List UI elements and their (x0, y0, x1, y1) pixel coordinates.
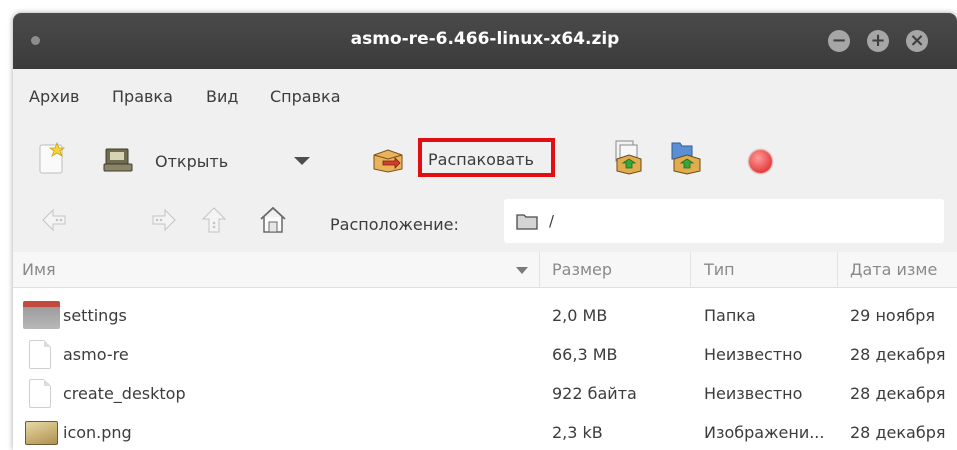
column-header: Имя Размер Тип Дата изме (13, 252, 957, 288)
file-date: 28 декабря (850, 384, 946, 403)
location-field[interactable]: / (504, 199, 944, 243)
file-list: Имя Размер Тип Дата изме settings 2,0 MB… (13, 252, 957, 450)
add-folder-icon[interactable] (670, 139, 702, 175)
folder-icon (516, 214, 538, 230)
new-archive-icon[interactable] (39, 142, 65, 174)
file-name: asmo-re (63, 345, 129, 364)
file-type: Папка (704, 306, 756, 325)
file-row[interactable]: asmo-re 66,3 MB Неизвестно 28 декабря (13, 335, 957, 374)
add-files-icon[interactable] (613, 139, 643, 175)
file-type: Неизвестно (704, 384, 803, 403)
open-archive-icon[interactable] (103, 147, 133, 173)
sort-descending-icon[interactable] (516, 267, 528, 274)
home-icon[interactable] (258, 205, 288, 235)
file-size: 2,0 MB (552, 306, 608, 325)
close-button[interactable]: × (906, 30, 928, 52)
image-icon (25, 421, 58, 445)
file-row[interactable]: icon.png 2,3 kB Изображени... 28 декабря (13, 413, 957, 450)
extract-button-label: Распаковать (428, 150, 534, 169)
extract-button[interactable]: Распаковать (418, 138, 555, 177)
file-size: 2,3 kB (552, 423, 603, 442)
file-type: Неизвестно (704, 345, 803, 364)
maximize-button[interactable]: + (867, 30, 889, 52)
file-date: 28 декабря (850, 345, 946, 364)
toolbar: Открыть Распаковать (13, 121, 957, 189)
column-type[interactable]: Тип (704, 252, 735, 288)
stop-icon[interactable] (749, 150, 772, 173)
menu-view[interactable]: Вид (206, 87, 238, 106)
up-icon[interactable] (201, 206, 227, 234)
menu-archive[interactable]: Архив (29, 87, 79, 106)
window-title: asmo-re-6.466-linux-x64.zip (350, 29, 620, 49)
file-date: 28 декабря (850, 423, 946, 442)
menu-help[interactable]: Справка (270, 87, 341, 106)
folder-icon (23, 301, 60, 329)
open-recent-dropdown-icon[interactable] (294, 157, 310, 165)
minimize-button[interactable]: − (828, 30, 850, 52)
file-name: settings (63, 306, 127, 325)
file-name: icon.png (63, 423, 132, 442)
file-row[interactable]: create_desktop 922 байта Неизвестно 28 д… (13, 374, 957, 413)
document-icon (29, 379, 51, 408)
forward-icon[interactable] (149, 208, 177, 232)
file-size: 922 байта (552, 384, 637, 403)
navigation-bar: Расположение: / (13, 189, 957, 252)
file-type: Изображени... (704, 423, 825, 442)
document-icon (29, 340, 51, 369)
column-size[interactable]: Размер (552, 252, 612, 288)
open-button-label[interactable]: Открыть (155, 152, 228, 171)
title-bar[interactable]: asmo-re-6.466-linux-x64.zip − + × (13, 13, 957, 69)
file-size: 66,3 MB (552, 345, 618, 364)
file-date: 29 ноября (850, 306, 935, 325)
archive-manager-window: asmo-re-6.466-linux-x64.zip − + × Архив … (13, 13, 957, 450)
file-row[interactable]: settings 2,0 MB Папка 29 ноября (13, 296, 957, 335)
menu-edit[interactable]: Правка (112, 87, 173, 106)
column-name[interactable]: Имя (22, 252, 56, 288)
extract-icon[interactable] (371, 147, 405, 173)
menu-bar: Архив Правка Вид Справка (13, 69, 957, 121)
location-path: / (549, 212, 555, 230)
file-name: create_desktop (63, 384, 186, 403)
back-icon[interactable] (41, 208, 69, 232)
location-label: Расположение: (330, 215, 459, 234)
column-date[interactable]: Дата изме (850, 252, 937, 288)
